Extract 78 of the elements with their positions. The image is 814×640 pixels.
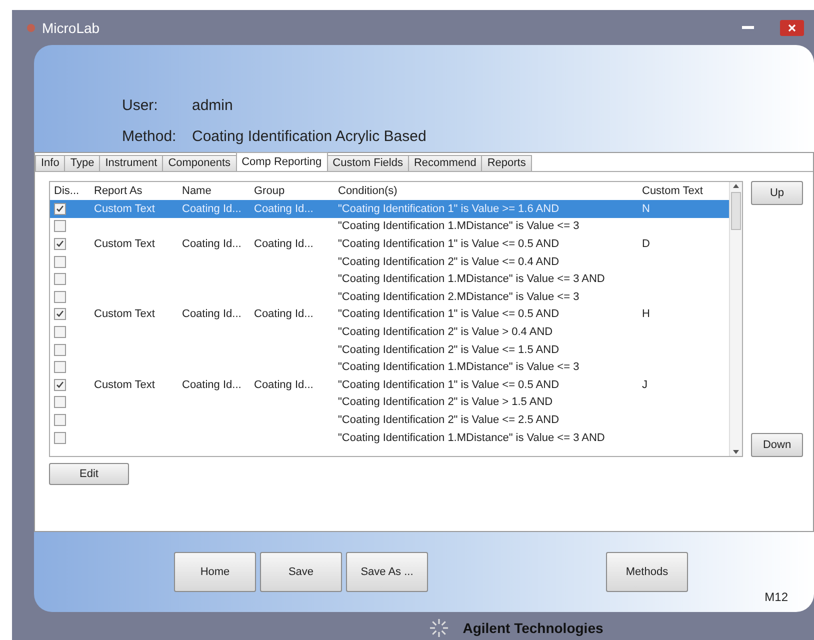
- checkbox[interactable]: [54, 238, 66, 250]
- table-cell-text: "Coating Identification 2.MDistance" is Value <= 3: [338, 290, 580, 303]
- table-cell-text: Custom Text: [94, 308, 156, 320]
- brand-name: Agilent Technologies: [462, 620, 604, 636]
- table-cell-text: Custom Text: [94, 378, 156, 391]
- table-cell-text: J: [642, 378, 648, 391]
- tab[interactable]: Info: [35, 155, 66, 171]
- table-cell-text: Coating Id...: [254, 202, 314, 215]
- scroll-up-icon[interactable]: [733, 184, 739, 188]
- up-button[interactable]: Up: [751, 181, 803, 205]
- table-cell-text: Coating Id...: [254, 308, 314, 320]
- table-cell-text: "Coating Identification 1.MDistance" is Value <= 3 AND: [338, 432, 606, 444]
- app-icon: [26, 22, 36, 32]
- table-cell-text: "Coating Identification 2" is Value <= 0.4 AND: [338, 256, 560, 268]
- checkbox[interactable]: [54, 432, 66, 444]
- table-cell-text: "Coating Identification 2" is Value <= 2.5 AND: [338, 414, 560, 426]
- footer-button[interactable]: Save: [260, 552, 342, 592]
- column-header[interactable]: Report As: [94, 185, 182, 197]
- table-cell-text: N: [642, 202, 651, 215]
- checkbox[interactable]: [54, 361, 66, 374]
- table-cell-text: "Coating Identification 1" is Value <= 0.5 AND: [338, 308, 560, 320]
- checkbox[interactable]: [54, 202, 66, 215]
- table-cell-text: H: [642, 308, 651, 320]
- table-cell-text: "Coating Identification 1" is Value <= 0.5 AND: [338, 378, 560, 391]
- tab[interactable]: Custom Fields: [326, 155, 409, 171]
- column-header[interactable]: Custom Text: [642, 185, 726, 197]
- table-cell-text: "Coating Identification 1.MDistance" is Value <= 3: [338, 220, 580, 232]
- checkbox[interactable]: [54, 273, 66, 286]
- edit-button[interactable]: Edit: [49, 463, 129, 485]
- tab[interactable]: Type: [64, 155, 100, 171]
- table-cell-text: Coating Id...: [182, 308, 242, 320]
- close-icon[interactable]: [780, 20, 804, 36]
- tab[interactable]: Components: [162, 155, 237, 171]
- column-header[interactable]: Name: [182, 185, 254, 197]
- table-cell-text: "Coating Identification 2" is Value > 0.4 AND: [338, 326, 554, 338]
- table-cell-text: Coating Id...: [254, 378, 314, 391]
- down-button[interactable]: Down: [751, 433, 803, 457]
- user-label: User:: [122, 97, 159, 114]
- method-label: Method:: [122, 128, 178, 145]
- checkbox[interactable]: [54, 396, 66, 408]
- table-cell-text: "Coating Identification 1.MDistance" is Value <= 3: [338, 361, 580, 374]
- scroll-thumb[interactable]: [731, 192, 741, 230]
- checkbox[interactable]: [54, 290, 66, 303]
- tab[interactable]: Instrument: [99, 155, 164, 171]
- table-cell-text: D: [642, 238, 651, 250]
- table-cell-text: "Coating Identification 2" is Value > 1.5 AND: [338, 396, 554, 408]
- table-cell-text: Custom Text: [94, 238, 156, 250]
- checkbox[interactable]: [54, 414, 66, 426]
- minimize-icon[interactable]: [742, 26, 754, 30]
- methods-button[interactable]: Methods: [606, 552, 688, 592]
- table-cell-text: "Coating Identification 1" is Value <= 0.5 AND: [338, 238, 560, 250]
- column-header[interactable]: Dis...: [54, 185, 94, 197]
- method-name: Coating Identification Acrylic Based: [192, 128, 428, 145]
- column-header[interactable]: Group: [254, 185, 338, 197]
- table-cell-text: "Coating Identification 2" is Value <= 1.5 AND: [338, 344, 560, 356]
- table-cell-text: Coating Id...: [182, 202, 242, 215]
- table-cell-text: Custom Text: [94, 202, 156, 215]
- window-title: MicroLab: [42, 20, 101, 36]
- table-cell-text: Coating Id...: [182, 378, 242, 391]
- tab[interactable]: Reports: [481, 155, 532, 171]
- checkbox[interactable]: [54, 378, 66, 391]
- table-cell-text: Coating Id...: [182, 238, 242, 250]
- table-cell-text: Coating Id...: [254, 238, 314, 250]
- user-name: admin: [192, 97, 234, 114]
- checkbox[interactable]: [54, 220, 66, 232]
- checkbox[interactable]: [54, 344, 66, 356]
- checkbox[interactable]: [54, 326, 66, 338]
- table-cell-text: "Coating Identification 1.MDistance" is Value <= 3 AND: [338, 273, 606, 286]
- scrollbar[interactable]: [729, 182, 742, 456]
- column-header[interactable]: Condition(s): [338, 185, 642, 197]
- table-cell-text: "Coating Identification 1" is Value >= 1.6 AND: [338, 202, 560, 215]
- scroll-down-icon[interactable]: [733, 450, 739, 454]
- footer-button[interactable]: Home: [174, 552, 256, 592]
- screen-code: M12: [764, 590, 788, 604]
- tab[interactable]: Recommend: [408, 155, 482, 171]
- checkbox[interactable]: [54, 256, 66, 268]
- footer-button[interactable]: Save As ...: [346, 552, 428, 592]
- checkbox[interactable]: [54, 308, 66, 320]
